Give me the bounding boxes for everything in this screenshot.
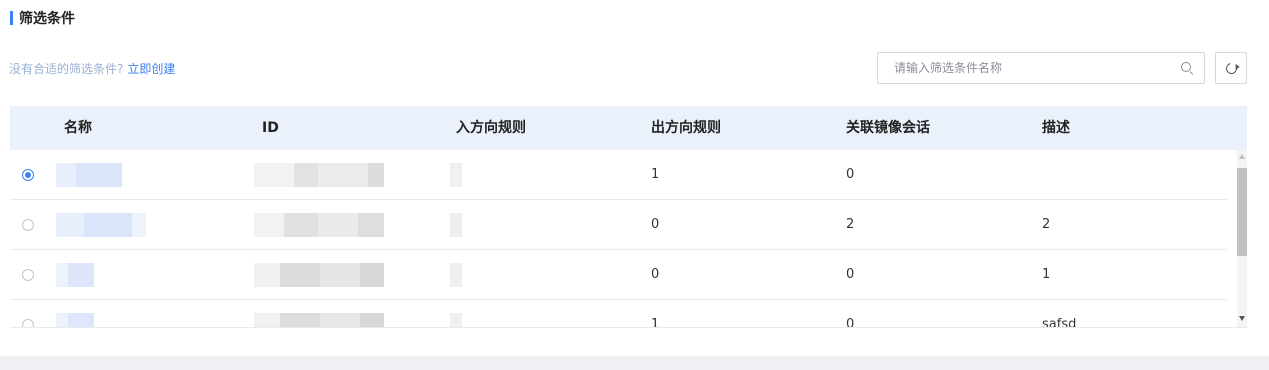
row-select-radio[interactable] [22,269,34,281]
mirror-sessions-cell: 0 [846,267,855,282]
masked-inbound [450,313,464,327]
column-header-mirror-sessions: 关联镜像会话 [846,120,930,136]
filter-table: 名称 ID 入方向规则 出方向规则 关联镜像会话 描述 1 0 0 2 2 0 … [10,106,1247,328]
row-select-radio[interactable] [22,319,34,327]
search-input[interactable] [894,61,1180,75]
row-select-radio[interactable] [22,169,34,181]
table-body: 1 0 0 2 2 0 0 1 1 0 safsd [10,150,1227,328]
outbound-rules-cell: 0 [651,267,660,282]
table-row[interactable]: 1 0 [10,150,1227,200]
row-select-radio[interactable] [22,219,34,231]
masked-inbound [450,213,464,237]
masked-name [56,163,126,187]
title-accent-bar [10,11,13,25]
scrollbar-thumb[interactable] [1237,168,1247,256]
column-header-name: 名称 [64,120,92,136]
table-row[interactable]: 1 0 safsd [10,300,1227,328]
mirror-sessions-cell: 0 [846,317,855,328]
outbound-rules-cell: 1 [651,167,660,182]
masked-id [254,213,394,237]
masked-inbound [450,263,464,287]
mirror-sessions-cell: 0 [846,167,855,182]
create-now-link[interactable]: 立即创建 [127,62,175,76]
masked-name [56,213,148,237]
table-row[interactable]: 0 0 1 [10,250,1227,300]
table-header: 名称 ID 入方向规则 出方向规则 关联镜像会话 描述 [10,106,1247,150]
description-cell: 1 [1042,267,1051,282]
masked-id [254,163,394,187]
section-title-text: 筛选条件 [19,11,75,27]
hint-text: 没有合适的筛选条件? [9,62,124,76]
search-icon[interactable] [1180,61,1194,75]
column-header-id: ID [262,120,279,136]
refresh-button[interactable] [1215,52,1247,84]
scroll-down-arrow-icon[interactable] [1239,316,1245,321]
footer-band [0,356,1269,370]
masked-id [254,263,394,287]
table-row[interactable]: 0 2 2 [10,200,1227,250]
column-header-inbound-rules: 入方向规则 [456,120,526,136]
table-scrollbar[interactable] [1237,150,1247,327]
mirror-sessions-cell: 2 [846,217,855,232]
description-cell: 2 [1042,217,1051,232]
column-header-outbound-rules: 出方向规则 [651,120,721,136]
masked-name [56,313,96,327]
column-header-description: 描述 [1042,120,1070,136]
search-box[interactable] [877,52,1205,84]
masked-inbound [450,163,464,187]
masked-name [56,263,96,287]
description-cell: safsd [1042,317,1077,328]
scroll-up-arrow-icon[interactable] [1239,154,1245,159]
outbound-rules-cell: 1 [651,317,660,328]
refresh-icon [1223,60,1239,76]
section-title: 筛选条件 [10,8,75,28]
create-hint: 没有合适的筛选条件? 立即创建 [9,60,175,77]
filter-condition-panel: 筛选条件 没有合适的筛选条件?立即创建 名称 ID 入方向规则 出方向规则 关联… [0,0,1269,370]
outbound-rules-cell: 0 [651,217,660,232]
masked-id [254,313,394,327]
